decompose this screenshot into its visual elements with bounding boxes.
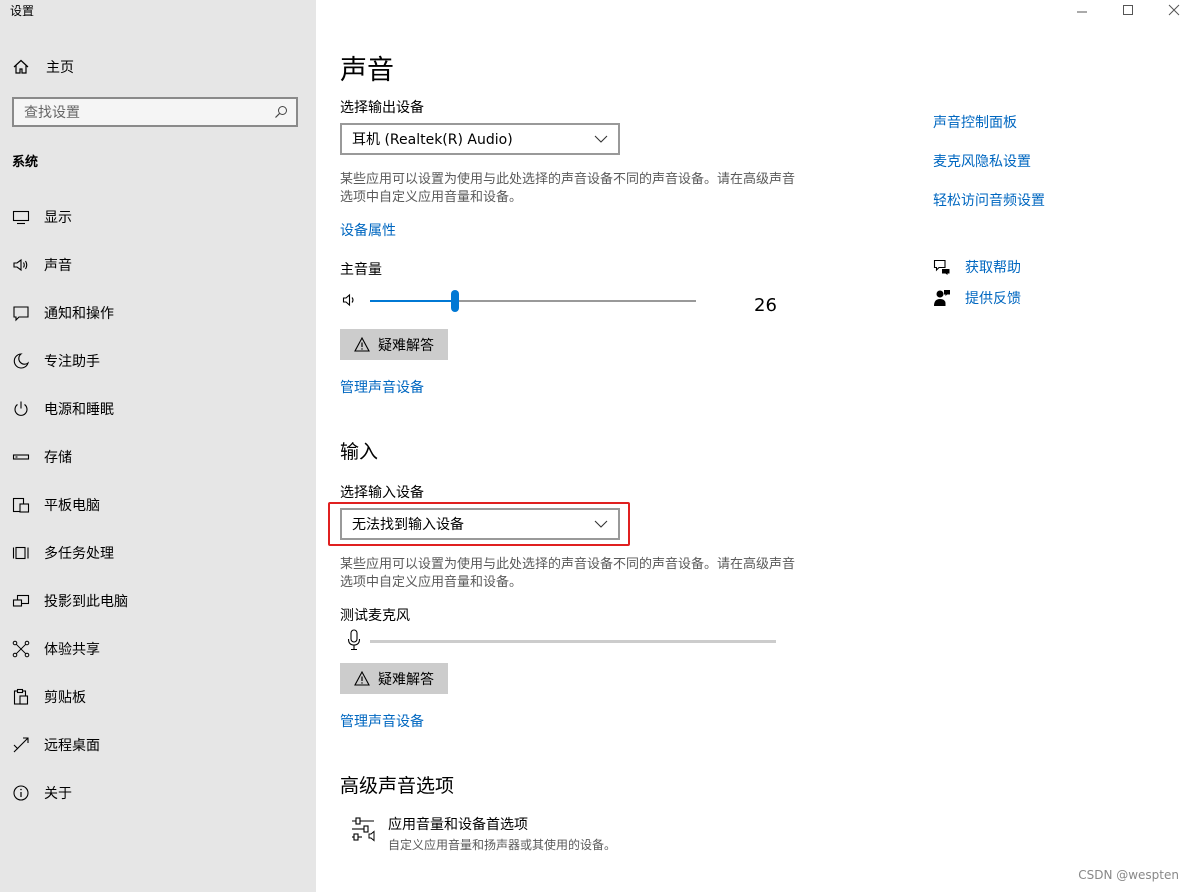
equalizer-icon <box>352 817 375 842</box>
storage-icon <box>12 448 30 466</box>
app-volume-desc: 自定义应用音量和扬声器或其使用的设备。 <box>388 838 617 852</box>
ease-of-access-audio-link[interactable]: 轻松访问音频设置 <box>933 190 1045 210</box>
input-device-value: 无法找到输入设备 <box>352 517 464 533</box>
project-icon <box>12 592 30 610</box>
search-placeholder: 查找设置 <box>24 105 80 121</box>
sidebar-item-display[interactable]: 显示 <box>0 197 316 237</box>
output-device-value: 耳机 (Realtek(R) Audio) <box>352 132 513 148</box>
sidebar-item-label: 剪贴板 <box>44 690 86 706</box>
sidebar-item-shared-experiences[interactable]: 体验共享 <box>0 629 316 669</box>
sidebar-item-sound[interactable]: 声音 <box>0 245 316 285</box>
close-button[interactable] <box>1151 0 1193 20</box>
sidebar-item-label: 电源和睡眠 <box>44 402 114 418</box>
output-manage-devices-link[interactable]: 管理声音设备 <box>340 377 424 397</box>
sidebar-item-focus-assist[interactable]: 专注助手 <box>0 341 316 381</box>
mic-privacy-link[interactable]: 麦克风隐私设置 <box>933 151 1031 171</box>
power-icon <box>12 400 30 418</box>
device-properties-link[interactable]: 设备属性 <box>340 220 396 240</box>
volume-speaker-icon[interactable] <box>342 292 358 308</box>
sidebar-item-label: 通知和操作 <box>44 306 114 322</box>
window-title: 设置 <box>10 4 35 18</box>
speaker-icon <box>12 256 30 274</box>
sidebar-item-project[interactable]: 投影到此电脑 <box>0 581 316 621</box>
search-input[interactable]: 查找设置 <box>12 97 298 127</box>
search-icon <box>275 106 287 118</box>
feedback-label: 提供反馈 <box>965 291 1021 307</box>
input-heading: 输入 <box>340 441 379 463</box>
help-chat-icon <box>933 259 950 275</box>
chevron-down-icon <box>594 520 608 528</box>
volume-slider-thumb[interactable] <box>451 290 459 312</box>
sidebar-section-label: 系统 <box>12 155 39 170</box>
microphone-icon <box>347 629 361 651</box>
sidebar-item-label: 关于 <box>44 786 72 802</box>
output-select-label: 选择输出设备 <box>340 100 424 116</box>
output-troubleshoot-button[interactable]: 疑难解答 <box>340 329 448 360</box>
input-description: 某些应用可以设置为使用与此处选择的声音设备不同的声音设备。请在高级声音选项中自定… <box>340 557 796 590</box>
input-select-label: 选择输入设备 <box>340 485 424 501</box>
get-help-link[interactable]: 获取帮助 <box>933 257 1021 277</box>
test-mic-label: 测试麦克风 <box>340 608 410 624</box>
sidebar-item-storage[interactable]: 存储 <box>0 437 316 477</box>
input-device-dropdown[interactable]: 无法找到输入设备 <box>340 508 620 540</box>
minimize-button[interactable] <box>1059 0 1105 20</box>
get-help-label: 获取帮助 <box>965 260 1021 276</box>
share-icon <box>12 640 30 658</box>
advanced-heading: 高级声音选项 <box>340 775 455 797</box>
app-volume-title: 应用音量和设备首选项 <box>388 817 528 833</box>
sidebar-item-power[interactable]: 电源和睡眠 <box>0 389 316 429</box>
input-manage-devices-link[interactable]: 管理声音设备 <box>340 711 424 731</box>
volume-value: 26 <box>754 295 777 316</box>
sidebar-item-label: 存储 <box>44 450 72 466</box>
app-volume-preferences-item[interactable]: 应用音量和设备首选项 自定义应用音量和扬声器或其使用的设备。 <box>350 814 616 853</box>
sidebar-item-label: 平板电脑 <box>44 498 100 514</box>
sidebar-item-label: 体验共享 <box>44 642 100 658</box>
watermark: CSDN @wespten <box>1078 868 1179 882</box>
sidebar-item-label: 多任务处理 <box>44 546 114 562</box>
maximize-button[interactable] <box>1105 0 1151 20</box>
mic-level-meter <box>370 640 776 643</box>
moon-icon <box>12 352 30 370</box>
info-icon <box>12 784 30 802</box>
sidebar-item-label: 远程桌面 <box>44 738 100 754</box>
feedback-link[interactable]: 提供反馈 <box>933 288 1021 308</box>
close-icon <box>1168 4 1180 16</box>
display-icon <box>12 208 30 226</box>
troubleshoot-label: 疑难解答 <box>378 671 434 688</box>
troubleshoot-label: 疑难解答 <box>378 337 434 354</box>
sidebar-item-remote-desktop[interactable]: 远程桌面 <box>0 725 316 765</box>
sidebar-item-label: 专注助手 <box>44 354 100 370</box>
sidebar-item-about[interactable]: 关于 <box>0 773 316 813</box>
sidebar-home-label: 主页 <box>46 60 74 76</box>
remote-icon <box>12 736 30 754</box>
notification-icon <box>12 304 30 322</box>
chevron-down-icon <box>594 135 608 143</box>
clipboard-icon <box>12 688 30 706</box>
tablet-icon <box>12 496 30 514</box>
minimize-icon <box>1077 11 1087 13</box>
home-icon <box>13 59 29 74</box>
sidebar-item-label: 声音 <box>44 258 72 274</box>
sidebar-item-tablet[interactable]: 平板电脑 <box>0 485 316 525</box>
sidebar-item-multitasking[interactable]: 多任务处理 <box>0 533 316 573</box>
sound-control-panel-link[interactable]: 声音控制面板 <box>933 112 1017 132</box>
warning-icon <box>354 671 370 686</box>
feedback-person-icon <box>934 290 950 306</box>
sidebar: 设置 主页 查找设置 系统 显示 声音 通知和操作 专注助手 电源和睡眠 存储 … <box>0 0 316 892</box>
volume-slider-fill <box>370 300 455 302</box>
maximize-icon <box>1123 5 1133 15</box>
sidebar-item-notifications[interactable]: 通知和操作 <box>0 293 316 333</box>
output-description: 某些应用可以设置为使用与此处选择的声音设备不同的声音设备。请在高级声音选项中自定… <box>340 172 796 205</box>
output-device-dropdown[interactable]: 耳机 (Realtek(R) Audio) <box>340 123 620 155</box>
input-troubleshoot-button[interactable]: 疑难解答 <box>340 663 448 694</box>
page-title: 声音 <box>340 55 394 86</box>
sidebar-item-clipboard[interactable]: 剪贴板 <box>0 677 316 717</box>
multitask-icon <box>12 544 30 562</box>
master-volume-label: 主音量 <box>340 262 382 278</box>
sidebar-item-label: 投影到此电脑 <box>44 594 128 610</box>
warning-icon <box>354 337 370 352</box>
sidebar-home[interactable]: 主页 <box>12 56 74 78</box>
sidebar-item-label: 显示 <box>44 210 72 226</box>
